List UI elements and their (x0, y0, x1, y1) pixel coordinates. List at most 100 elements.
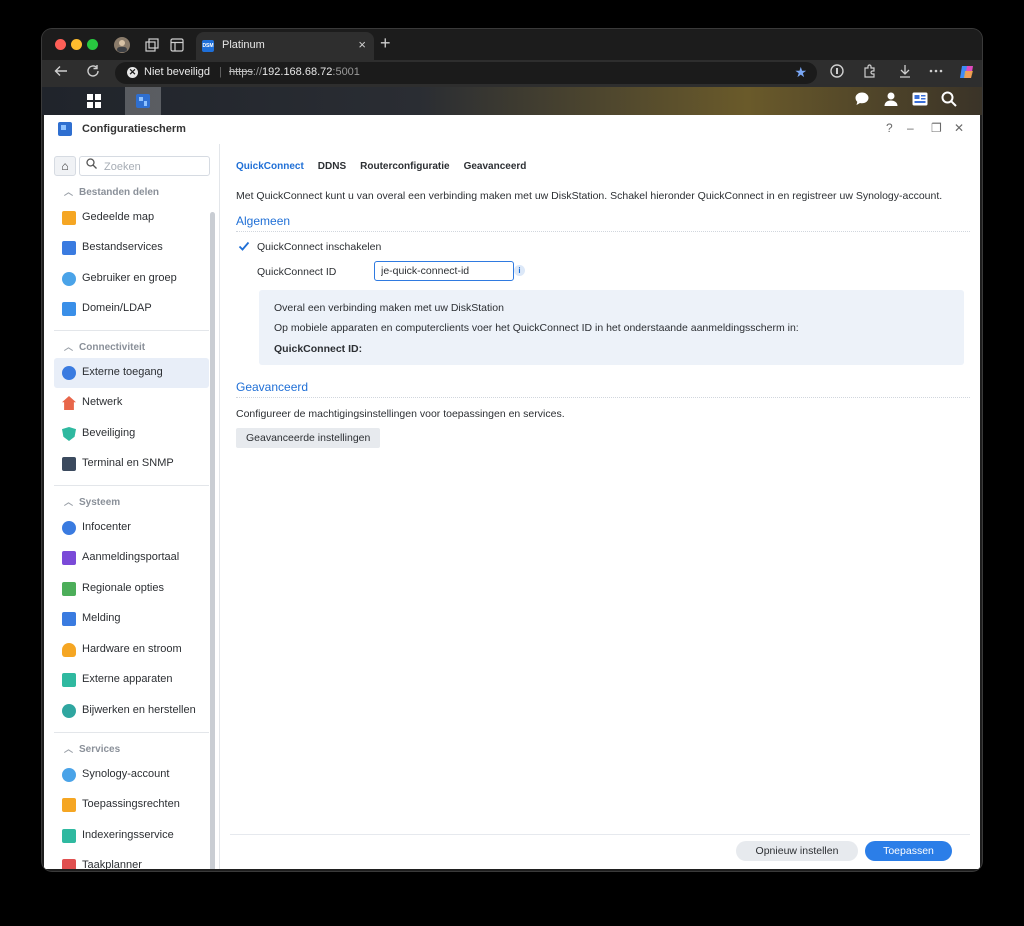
copilot-icon[interactable] (958, 63, 976, 84)
sidebar-item-label: Synology-account (82, 768, 170, 780)
url-scheme: https (229, 66, 253, 78)
sidebar-item-hardware-en-stroom[interactable]: Hardware en stroom (54, 635, 209, 665)
close-icon[interactable]: ✕ (954, 121, 964, 135)
sidebar-item-aanmeldingsportaal[interactable]: Aanmeldingsportaal (54, 543, 209, 573)
tab-quickconnect[interactable]: QuickConnect (236, 161, 304, 178)
sidebar-item-toepassingsrechten[interactable]: Toepassingsrechten (54, 790, 209, 820)
sidebar-item-taakplanner[interactable]: Taakplanner (54, 851, 209, 869)
reset-button[interactable]: Opnieuw instellen (736, 841, 858, 861)
sidebar-item-melding[interactable]: Melding (54, 604, 209, 634)
tab-bar: QuickConnect DDNS Routerconfiguratie Geavan… (236, 156, 540, 176)
sidebar-item-label: Externe toegang (82, 366, 163, 378)
sidebar-item-beveiliging[interactable]: Beveiliging (54, 419, 209, 449)
sidebar-scrollbar[interactable] (210, 212, 215, 869)
sidebar-item-netwerk[interactable]: Netwerk (54, 388, 209, 418)
quickconnect-enable-checkbox[interactable] (238, 240, 250, 252)
intro-text: Met QuickConnect kunt u van overal een v… (236, 190, 943, 202)
widgets-icon[interactable] (912, 91, 928, 111)
url-text[interactable]: https://192.168.68.72:5001 (229, 66, 360, 78)
search-icon[interactable] (941, 91, 957, 111)
lightbulb-icon (62, 643, 76, 657)
section-header-systeem[interactable]: ︿ Systeem (64, 495, 120, 508)
advanced-settings-button[interactable]: Geavanceerde instellingen (236, 428, 381, 448)
control-panel-taskbar-icon[interactable] (125, 87, 161, 115)
update-restore-icon (62, 704, 76, 718)
tab-close-icon[interactable]: × (358, 37, 366, 52)
main-menu-icon[interactable] (76, 87, 112, 115)
shield-icon (62, 427, 76, 441)
sidebar-item-externe-apparaten[interactable]: Externe apparaten (54, 665, 209, 695)
tab-ddns[interactable]: DDNS (318, 161, 346, 178)
sidebar-item-infocenter[interactable]: Infocenter (54, 513, 209, 543)
sidebar-item-label: Beveiliging (82, 427, 136, 439)
sidebar-item-label: Hardware en stroom (82, 643, 182, 655)
sidebar-item-gedeelde-map[interactable]: Gedeelde map (54, 203, 209, 233)
sidebar-item-bestandservices[interactable]: Bestandservices (54, 233, 209, 263)
close-window-dot[interactable] (55, 39, 66, 50)
section-header-services[interactable]: ︿ Services (64, 742, 120, 755)
more-icon[interactable] (929, 64, 943, 81)
star-icon[interactable]: ★ (794, 64, 807, 81)
sidebar-item-terminal-en-snmp[interactable]: Terminal en SNMP (54, 449, 209, 479)
apply-button[interactable]: Toepassen (865, 841, 952, 861)
main-content: QuickConnect DDNS Routerconfiguratie Geavan… (220, 144, 980, 869)
task-scheduler-icon (62, 859, 76, 869)
minimize-icon[interactable]: – (907, 121, 914, 135)
chevron-up-icon: ︿ (64, 744, 74, 754)
download-icon[interactable] (898, 64, 912, 81)
sidebar-item-label: Indexeringsservice (82, 829, 174, 841)
shared-folder-icon (62, 211, 76, 225)
section-title-algemeen: Algemeen (236, 214, 291, 228)
home-icon[interactable]: ⌂ (54, 156, 76, 176)
quickconnect-enable-label[interactable]: QuickConnect inschakelen (257, 241, 381, 253)
section-title: Bestanden delen (79, 187, 160, 198)
zoom-window-dot[interactable] (87, 39, 98, 50)
info-line-2: Op mobiele apparaten en computerclients … (274, 322, 799, 334)
quickconnect-id-input[interactable] (374, 261, 514, 281)
sidebar-item-indexeringsservice[interactable]: Indexeringsservice (54, 821, 209, 851)
profile-avatar-icon[interactable] (112, 35, 132, 55)
chat-icon[interactable] (854, 91, 870, 111)
section-header-bestanden-delen[interactable]: ︿ Bestanden delen (64, 185, 159, 198)
sidebar-item-bijwerken-en-herstellen[interactable]: Bijwerken en herstellen (54, 696, 209, 726)
tab-actions-icon[interactable] (167, 35, 187, 55)
info-icon[interactable]: i (514, 265, 525, 276)
reload-icon[interactable] (86, 64, 100, 82)
dsm-favicon-icon: DSM (202, 40, 214, 52)
url-separator: :// (252, 66, 263, 78)
extension-icon[interactable] (862, 64, 876, 81)
network-home-icon (62, 396, 76, 410)
browser-tab-active[interactable]: DSM Platinum × (196, 32, 374, 60)
not-secure-icon[interactable]: ✕ (127, 67, 138, 78)
indexing-icon (62, 829, 76, 843)
search-input[interactable] (102, 159, 206, 175)
new-tab-icon[interactable]: + (380, 33, 391, 54)
tab-geavanceerd[interactable]: Geavanceerd (464, 161, 527, 178)
section-header-connectiviteit[interactable]: ︿ Connectiviteit (64, 340, 145, 353)
sidebar-item-label: Bijwerken en herstellen (82, 704, 196, 716)
sidebar-item-externe-toegang[interactable]: Externe toegang (54, 358, 209, 388)
not-secure-label[interactable]: Niet beveiligd (144, 66, 210, 78)
chevron-up-icon: ︿ (64, 497, 74, 507)
url-divider: | (219, 66, 222, 78)
user-icon[interactable] (883, 91, 899, 111)
sidebar-item-gebruiker-en-groep[interactable]: Gebruiker en groep (54, 264, 209, 294)
sidebar-item-synology-account[interactable]: Synology-account (54, 760, 209, 790)
control-panel-icon (58, 122, 72, 136)
help-icon[interactable]: ? (886, 121, 893, 135)
minimize-window-dot[interactable] (71, 39, 82, 50)
tab-routerconfiguratie[interactable]: Routerconfiguratie (360, 161, 449, 178)
restore-icon[interactable]: ❐ (931, 121, 942, 135)
window-titlebar[interactable]: Configuratiescherm ? – ❐ ✕ (44, 115, 980, 145)
sidebar-item-domein-ldap[interactable]: Domein/LDAP (54, 294, 209, 324)
sidebar-search[interactable] (79, 156, 210, 176)
tab-title: Platinum (222, 39, 265, 51)
sidebar-item-regionale-opties[interactable]: Regionale opties (54, 574, 209, 604)
password-manager-icon[interactable] (830, 64, 844, 81)
back-icon[interactable] (54, 64, 68, 82)
address-bar[interactable]: ✕ Niet beveiligd | https://192.168.68.72… (115, 62, 817, 84)
domain-ldap-icon (62, 302, 76, 316)
section-divider (54, 330, 209, 331)
workspaces-icon[interactable] (142, 35, 162, 55)
info-panel: Overal een verbinding maken met uw DiskS… (259, 290, 964, 365)
